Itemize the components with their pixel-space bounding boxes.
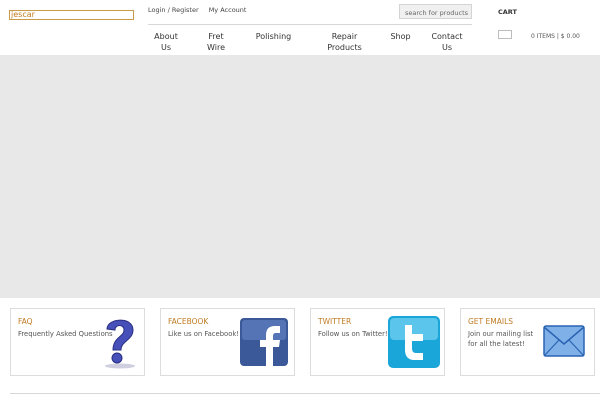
card-title: TWITTER bbox=[318, 317, 352, 326]
facebook-card[interactable]: FACEBOOK Like us on Facebook! bbox=[160, 308, 295, 376]
card-title: FACEBOOK bbox=[168, 317, 209, 326]
card-text: Like us on Facebook! bbox=[168, 330, 240, 338]
nav-item-label: Us bbox=[160, 43, 172, 52]
card-title: GET EMAILS bbox=[468, 317, 514, 326]
cart-icon[interactable] bbox=[498, 30, 512, 39]
nav-item-repair-products[interactable]: Repair Products bbox=[322, 31, 367, 53]
logo-text: jescar bbox=[11, 10, 35, 19]
nav-item-label: Wire bbox=[207, 43, 225, 52]
nav-item-polishing[interactable]: Polishing bbox=[252, 31, 295, 42]
card-title: FAQ bbox=[18, 317, 33, 326]
search-input[interactable] bbox=[399, 4, 472, 19]
nav-item-label: Fret bbox=[208, 32, 224, 41]
login-register-link[interactable]: Login / Register bbox=[148, 6, 199, 14]
twitter-card[interactable]: TWITTER Follow us on Twitter! bbox=[310, 308, 445, 376]
nav-item-shop[interactable]: Shop bbox=[388, 31, 413, 42]
twitter-icon bbox=[388, 316, 440, 368]
nav-divider bbox=[148, 24, 472, 25]
nav-item-fret-wire[interactable]: Fret Wire bbox=[203, 31, 229, 53]
envelope-icon bbox=[543, 325, 585, 357]
nav-item-label: Polishing bbox=[255, 32, 292, 41]
nav-item-label: Us bbox=[441, 43, 453, 52]
nav-item-label: Contact bbox=[431, 32, 463, 41]
card-text: Follow us on Twitter! bbox=[318, 330, 388, 338]
card-text: Join our mailing list for all the latest… bbox=[468, 330, 534, 348]
top-links: Login / Register My Account bbox=[148, 6, 254, 14]
nav-item-contact-us[interactable]: Contact Us bbox=[428, 31, 466, 53]
facebook-icon bbox=[240, 318, 288, 366]
site-logo[interactable]: jescar bbox=[9, 10, 134, 20]
footer-divider bbox=[10, 393, 600, 394]
nav-item-label: Products bbox=[327, 43, 362, 52]
question-mark-icon bbox=[105, 319, 135, 369]
faq-card[interactable]: FAQ Frequently Asked Questions bbox=[10, 308, 145, 376]
my-account-link[interactable]: My Account bbox=[209, 6, 247, 14]
nav-item-about-us[interactable]: About Us bbox=[152, 31, 180, 53]
nav-item-label: Shop bbox=[390, 32, 411, 41]
cart-summary[interactable]: 0 ITEMS | $ 0.00 bbox=[531, 33, 580, 40]
get-emails-card[interactable]: GET EMAILS Join our mailing list for all… bbox=[460, 308, 595, 376]
cart-label[interactable]: CART bbox=[498, 8, 517, 16]
hero-banner bbox=[0, 55, 600, 298]
nav-item-label: Repair bbox=[331, 32, 358, 41]
nav-item-label: About bbox=[154, 32, 178, 41]
